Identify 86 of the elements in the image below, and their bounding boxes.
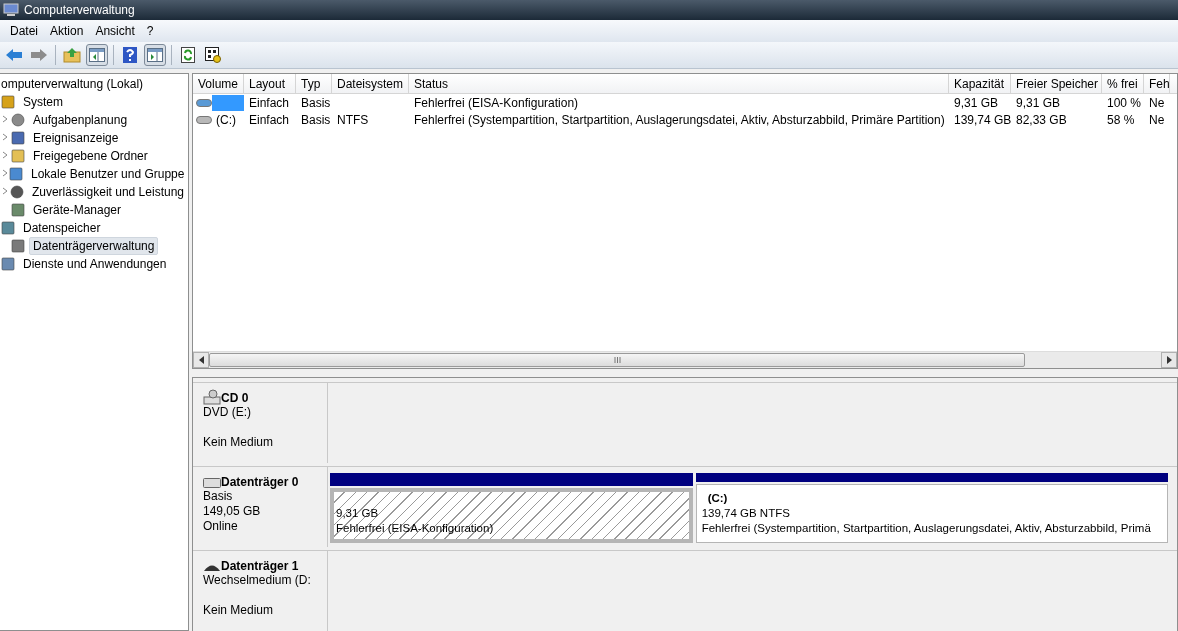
tree-toggle-button[interactable] [86,44,108,66]
column-header[interactable]: Typ [296,74,332,93]
properties-button[interactable] [202,44,224,66]
tree-item[interactable]: Datenspeicher [19,219,105,237]
disk-info: Basis [203,489,233,503]
table-cell: 9,31 GB [954,95,999,110]
disk-name: Datenträger 1 [221,559,299,573]
tree-item[interactable]: Zuverlässigkeit und Leistung [27,183,188,201]
tree-node-icon [8,166,24,182]
table-cell: Basis [301,95,331,110]
tree-node-icon [10,112,26,128]
help-icon [123,47,137,63]
tree-node-icon [0,256,16,272]
column-header[interactable]: Status [409,74,949,93]
window-title: Computerverwaltung [24,3,135,17]
column-header[interactable]: Volume [193,74,244,93]
tree-node-icon [10,148,26,164]
tree-node-icon [8,184,25,200]
disk-name: CD 0 [221,391,249,405]
horizontal-scrollbar[interactable] [193,351,1177,369]
disk-info: Wechselmedium (D: [203,573,311,587]
table-cell: Ne [1149,95,1165,110]
tree-item[interactable]: Freigegebene Ordner [29,147,152,165]
disk-name: Datenträger 0 [221,475,299,489]
tree-node-icon [10,202,26,218]
action-pane-button[interactable] [144,44,166,66]
panel-toggle-icon [147,48,163,62]
table-cell: 9,31 GB [1016,95,1061,110]
column-header[interactable]: Kapazität [949,74,1011,93]
column-header[interactable]: Dateisystem [332,74,409,93]
tree-node-icon [10,238,26,254]
table-cell: Ne [1149,112,1165,127]
table-cell: NTFS [337,112,369,127]
scroll-right-button[interactable] [1161,352,1177,369]
table-cell: Einfach [249,112,290,127]
partition[interactable]: 9,31 GB Fehlerfrei (EISA-Konfiguration) [330,488,693,543]
drive-icon [196,114,212,125]
partition[interactable]: (C:) 139,74 GB NTFS Fehlerfrei (Systempartition, Startpartition, Auslagerungsdatei, Aktiv, Absturzabbild, Primä [695,484,1168,543]
properties-icon [205,47,221,63]
tree-item[interactable]: Geräte-Manager [29,201,126,219]
disk-info: DVD (E:) [203,405,251,419]
right-arrow-icon [1166,356,1172,365]
column-header[interactable]: Layout [244,74,296,93]
drive-icon [196,97,212,108]
menu-item[interactable]: Datei [4,24,44,38]
disk-info: Online [203,519,238,533]
tree-item[interactable]: System [19,93,67,111]
scroll-left-button[interactable] [193,352,209,369]
tree-node-icon [0,220,16,236]
tree-root[interactable]: omputerverwaltung (Lokal) [0,75,148,93]
folder-up-icon [63,47,81,63]
computer-icon [3,3,19,17]
menu-item[interactable]: ? [140,24,160,38]
back-arrow-icon [5,48,23,62]
disk-status: Kein Medium [203,603,274,617]
table-cell: 100 % [1107,95,1142,110]
panel-toggle-icon [89,48,105,62]
column-header[interactable]: Feh [1144,74,1170,93]
grip-icon [613,357,621,364]
table-cell: (C:) [216,112,236,127]
left-arrow-icon [198,356,204,365]
table-cell: Fehlerfrei (Systempartition, Startpartition, Auslagerungsdatei, Aktiv, Absturzabbild, Primäre Partition) [414,112,945,127]
table-cell: 82,33 GB [1016,112,1067,127]
menu-item[interactable]: Ansicht [89,24,141,38]
table-cell: Einfach [249,95,290,110]
column-header[interactable]: % frei [1102,74,1144,93]
tree-item[interactable]: Datenträgerverwaltung [29,237,159,255]
disk-status: Kein Medium [203,435,274,449]
tree-node-icon [0,94,16,110]
tree-item[interactable]: Dienste und Anwendungen [19,255,171,273]
table-cell: 58 % [1107,112,1135,127]
scroll-thumb[interactable] [209,353,1025,368]
disk-info: 149,05 GB [203,504,261,518]
tree-item[interactable]: Aufgabenplanung [29,111,132,129]
refresh-icon [181,47,195,63]
forward-arrow-icon [30,48,48,62]
column-header[interactable]: Freier Speicher [1011,74,1102,93]
table-cell: Basis [301,112,331,127]
tree-item[interactable]: Ereignisanzeige [29,129,123,147]
menu-item[interactable]: Aktion [44,24,90,38]
table-cell: 139,74 GB [954,112,1012,127]
tree-node-icon [10,130,26,146]
cd-drive-icon [203,389,221,405]
disk-drive-icon [203,477,221,489]
table-cell: Fehlerfrei (EISA-Konfiguration) [414,95,579,110]
tree-item[interactable]: Lokale Benutzer und Gruppe [27,165,188,183]
